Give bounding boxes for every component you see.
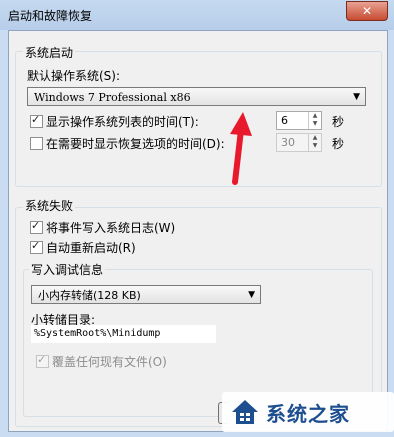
default-os-label: 默认操作系统(S): — [27, 69, 121, 83]
auto-restart-label: 自动重新启动(R) — [46, 241, 136, 255]
auto-restart-checkbox[interactable] — [30, 239, 43, 254]
show-recovery-seconds-value: 30 — [281, 136, 295, 149]
show-os-list-label: 显示操作系统列表的时间(T): — [46, 115, 199, 129]
show-os-list-seconds-value: 6 — [281, 114, 288, 127]
show-os-list-unit: 秒 — [332, 115, 345, 129]
debug-info-group-label: 写入调试信息 — [29, 261, 106, 278]
close-icon: ✕ — [361, 4, 373, 18]
dialog-client-area: 系统启动 默认操作系统(S): Windows 7 Professional x… — [8, 30, 388, 432]
dump-dir-input[interactable]: %SystemRoot%\Minidump — [31, 325, 216, 343]
show-recovery-checkbox[interactable] — [30, 137, 43, 150]
close-button[interactable]: ✕ — [346, 1, 388, 21]
spin-buttons[interactable]: ▲ ▼ — [308, 134, 321, 151]
write-event-label: 将事件写入系统日志(W) — [46, 221, 176, 235]
chevron-down-icon: ▼ — [248, 290, 255, 300]
system-startup-group-label: 系统启动 — [23, 44, 76, 61]
default-os-value: Windows 7 Professional x86 — [34, 91, 191, 104]
overwrite-label: 覆盖任何现有文件(O) — [52, 355, 167, 369]
debug-info-type-dropdown[interactable]: 小内存转储(128 KB) ▼ — [31, 285, 261, 304]
show-recovery-label: 在需要时显示恢复选项的时间(D): — [46, 137, 225, 151]
watermark-text: 系统之家 — [266, 402, 350, 426]
debug-info-type-value: 小内存转储(128 KB) — [38, 289, 141, 302]
show-os-list-seconds-input[interactable]: 6 ▲ ▼ — [276, 111, 322, 130]
system-failure-group-label: 系统失败 — [23, 197, 76, 214]
dialog-window: 启动和故障恢复 ✕ 系统启动 默认操作系统(S): Windows 7 Prof… — [0, 0, 394, 437]
chevron-down-icon: ▼ — [353, 92, 360, 102]
show-recovery-unit: 秒 — [332, 137, 345, 151]
title-bar: 启动和故障恢复 ✕ — [0, 0, 394, 30]
show-os-list-checkbox[interactable] — [30, 113, 43, 128]
house-logo-icon — [232, 400, 258, 424]
default-os-dropdown[interactable]: Windows 7 Professional x86 ▼ — [27, 87, 366, 106]
show-recovery-seconds-input[interactable]: 30 ▲ ▼ — [276, 133, 322, 152]
window-title: 启动和故障恢复 — [8, 9, 93, 23]
annotation-arrow-icon — [230, 112, 252, 185]
dump-dir-value: %SystemRoot%\Minidump — [34, 328, 161, 339]
overwrite-checkbox[interactable] — [36, 353, 49, 368]
spin-buttons[interactable]: ▲ ▼ — [308, 112, 321, 129]
write-event-checkbox[interactable] — [30, 219, 43, 234]
site-watermark: 系统之家 — [222, 392, 394, 432]
